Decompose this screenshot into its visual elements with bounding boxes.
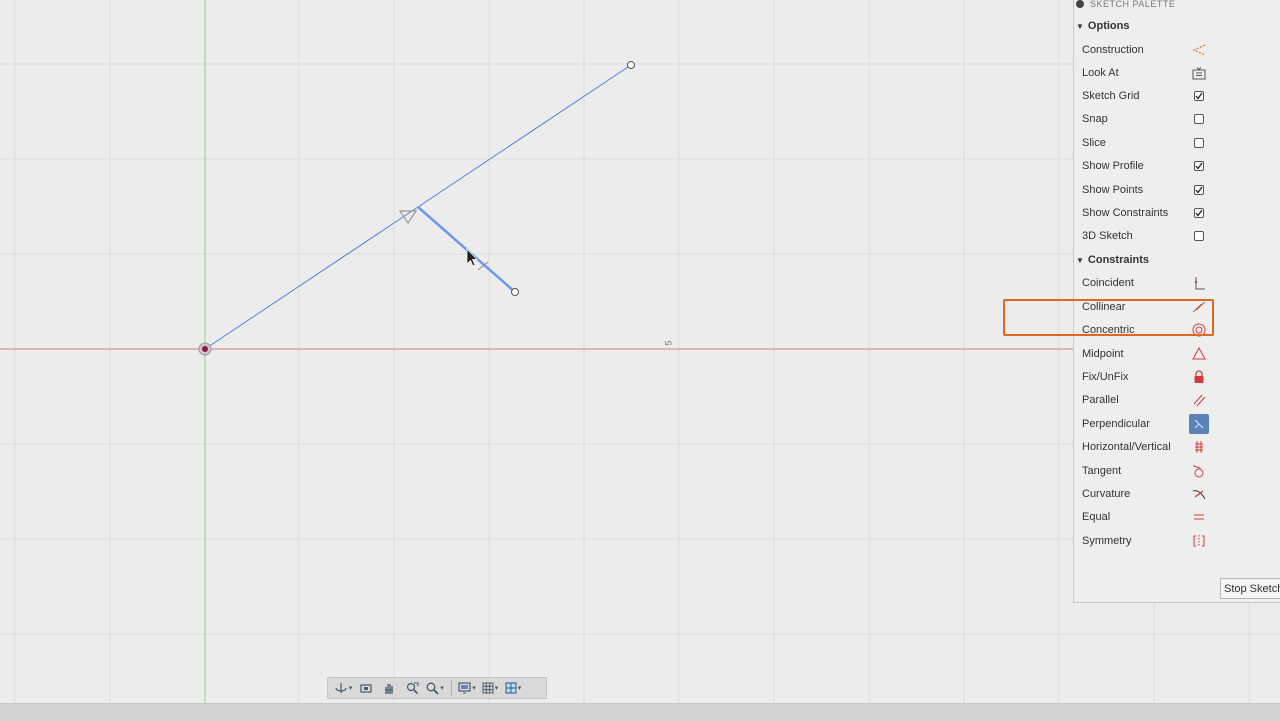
option-show-points[interactable]: Show Points xyxy=(1082,180,1212,200)
origin-center-dot xyxy=(202,346,208,352)
constraint-label: Fix/UnFix xyxy=(1082,371,1129,383)
option-sketch-grid[interactable]: Sketch Grid xyxy=(1082,86,1212,106)
highlight-annotation-box xyxy=(1003,299,1214,336)
toolbar-divider xyxy=(451,680,452,696)
options-section-header[interactable]: ▼ Options xyxy=(1076,18,1129,34)
option-show-constraints[interactable]: Show Constraints xyxy=(1082,203,1212,223)
sketch-grid-checkbox[interactable] xyxy=(1194,91,1204,101)
constraint-midpoint[interactable]: Midpoint xyxy=(1082,344,1212,364)
option-snap[interactable]: Snap xyxy=(1082,109,1212,129)
expand-triangle-icon: ▼ xyxy=(1076,255,1084,265)
status-bar xyxy=(0,703,1280,721)
constraint-tangent[interactable]: Tangent xyxy=(1082,461,1212,481)
orbit-icon[interactable]: ▾ xyxy=(332,679,354,697)
construction-icon[interactable] xyxy=(1191,42,1207,58)
perpendicular-icon[interactable] xyxy=(1189,414,1209,434)
option-slice[interactable]: Slice xyxy=(1082,133,1212,153)
constraint-label: Curvature xyxy=(1082,488,1131,500)
curvature-icon[interactable] xyxy=(1191,486,1207,502)
constraint-coincident[interactable]: Coincident xyxy=(1082,273,1212,293)
midpoint-icon[interactable] xyxy=(1191,346,1207,362)
pan-icon[interactable] xyxy=(378,679,400,697)
option-label: Construction xyxy=(1082,44,1144,56)
constraint-label: Equal xyxy=(1082,511,1111,523)
navigation-toolbar: ▾ ▾ ▾ ▾ ▾ xyxy=(327,677,547,699)
option-label: Show Profile xyxy=(1082,160,1144,172)
endpoint-bottom[interactable] xyxy=(511,288,519,296)
mouse-cursor-icon xyxy=(466,248,478,267)
viewports-icon[interactable]: ▾ xyxy=(502,679,524,697)
constraint-label: Midpoint xyxy=(1082,348,1124,360)
option-show-profile[interactable]: Show Profile xyxy=(1082,156,1212,176)
expand-triangle-icon: ▼ xyxy=(1076,21,1084,31)
option-look-at[interactable]: Look At xyxy=(1082,63,1212,83)
parallel-icon[interactable] xyxy=(1191,392,1207,408)
symmetry-icon[interactable] xyxy=(1191,533,1207,549)
grid-settings-icon[interactable]: ▾ xyxy=(479,679,501,697)
option-label: Slice xyxy=(1082,137,1106,149)
horizontal-vertical-icon[interactable] xyxy=(1191,439,1207,455)
option-construction[interactable]: Construction xyxy=(1082,40,1212,60)
endpoint-top[interactable] xyxy=(627,61,635,69)
snap-checkbox[interactable] xyxy=(1194,114,1204,124)
constraint-label: Symmetry xyxy=(1082,535,1132,547)
option-label: Show Points xyxy=(1082,184,1144,196)
dimension-label: 5 xyxy=(663,340,674,346)
look-at-icon[interactable] xyxy=(355,679,377,697)
constraint-label: Parallel xyxy=(1082,394,1119,406)
show-constraints-checkbox[interactable] xyxy=(1194,208,1204,218)
tangent-icon[interactable] xyxy=(1191,463,1207,479)
constraint-label: Horizontal/Vertical xyxy=(1082,441,1171,453)
option-3d-sketch[interactable]: 3D Sketch xyxy=(1082,226,1212,246)
stop-sketch-button[interactable]: Stop Sketch xyxy=(1220,578,1280,599)
lock-icon[interactable] xyxy=(1191,369,1207,385)
palette-title-text: SKETCH PALETTE xyxy=(1090,0,1176,9)
look-at-icon[interactable] xyxy=(1191,65,1207,81)
constraints-section-header[interactable]: ▼ Constraints xyxy=(1076,252,1149,268)
constraint-horizontal-vertical[interactable]: Horizontal/Vertical xyxy=(1082,437,1212,457)
option-label: Snap xyxy=(1082,113,1108,125)
constraint-equal[interactable]: Equal xyxy=(1082,507,1212,527)
zoom-window-icon[interactable] xyxy=(401,679,423,697)
coincident-icon[interactable] xyxy=(1191,275,1207,291)
palette-title: SKETCH PALETTE xyxy=(1076,0,1175,10)
show-points-checkbox[interactable] xyxy=(1194,185,1204,195)
constraint-curvature[interactable]: Curvature xyxy=(1082,484,1212,504)
zoom-icon[interactable]: ▾ xyxy=(424,679,446,697)
sketch-line-perpendicular[interactable] xyxy=(417,206,516,293)
3d-sketch-checkbox[interactable] xyxy=(1194,231,1204,241)
option-label: Look At xyxy=(1082,67,1119,79)
constraint-label: Perpendicular xyxy=(1082,418,1150,430)
display-settings-icon[interactable]: ▾ xyxy=(456,679,478,697)
slice-checkbox[interactable] xyxy=(1194,138,1204,148)
constraint-parallel[interactable]: Parallel xyxy=(1082,390,1212,410)
constraints-header-label: Constraints xyxy=(1087,254,1150,266)
constraint-fix-unfix[interactable]: Fix/UnFix xyxy=(1082,367,1212,387)
constraint-label: Coincident xyxy=(1082,277,1134,289)
constraint-perpendicular[interactable]: Perpendicular xyxy=(1082,414,1212,434)
constraint-symmetry[interactable]: Symmetry xyxy=(1082,531,1212,551)
option-label: 3D Sketch xyxy=(1082,230,1133,242)
equal-icon[interactable] xyxy=(1191,509,1207,525)
show-profile-checkbox[interactable] xyxy=(1194,161,1204,171)
collapse-icon[interactable] xyxy=(1076,0,1084,8)
option-label: Sketch Grid xyxy=(1082,90,1140,102)
option-label: Show Constraints xyxy=(1082,207,1169,219)
constraint-label: Tangent xyxy=(1082,465,1122,477)
options-header-label: Options xyxy=(1087,20,1130,32)
